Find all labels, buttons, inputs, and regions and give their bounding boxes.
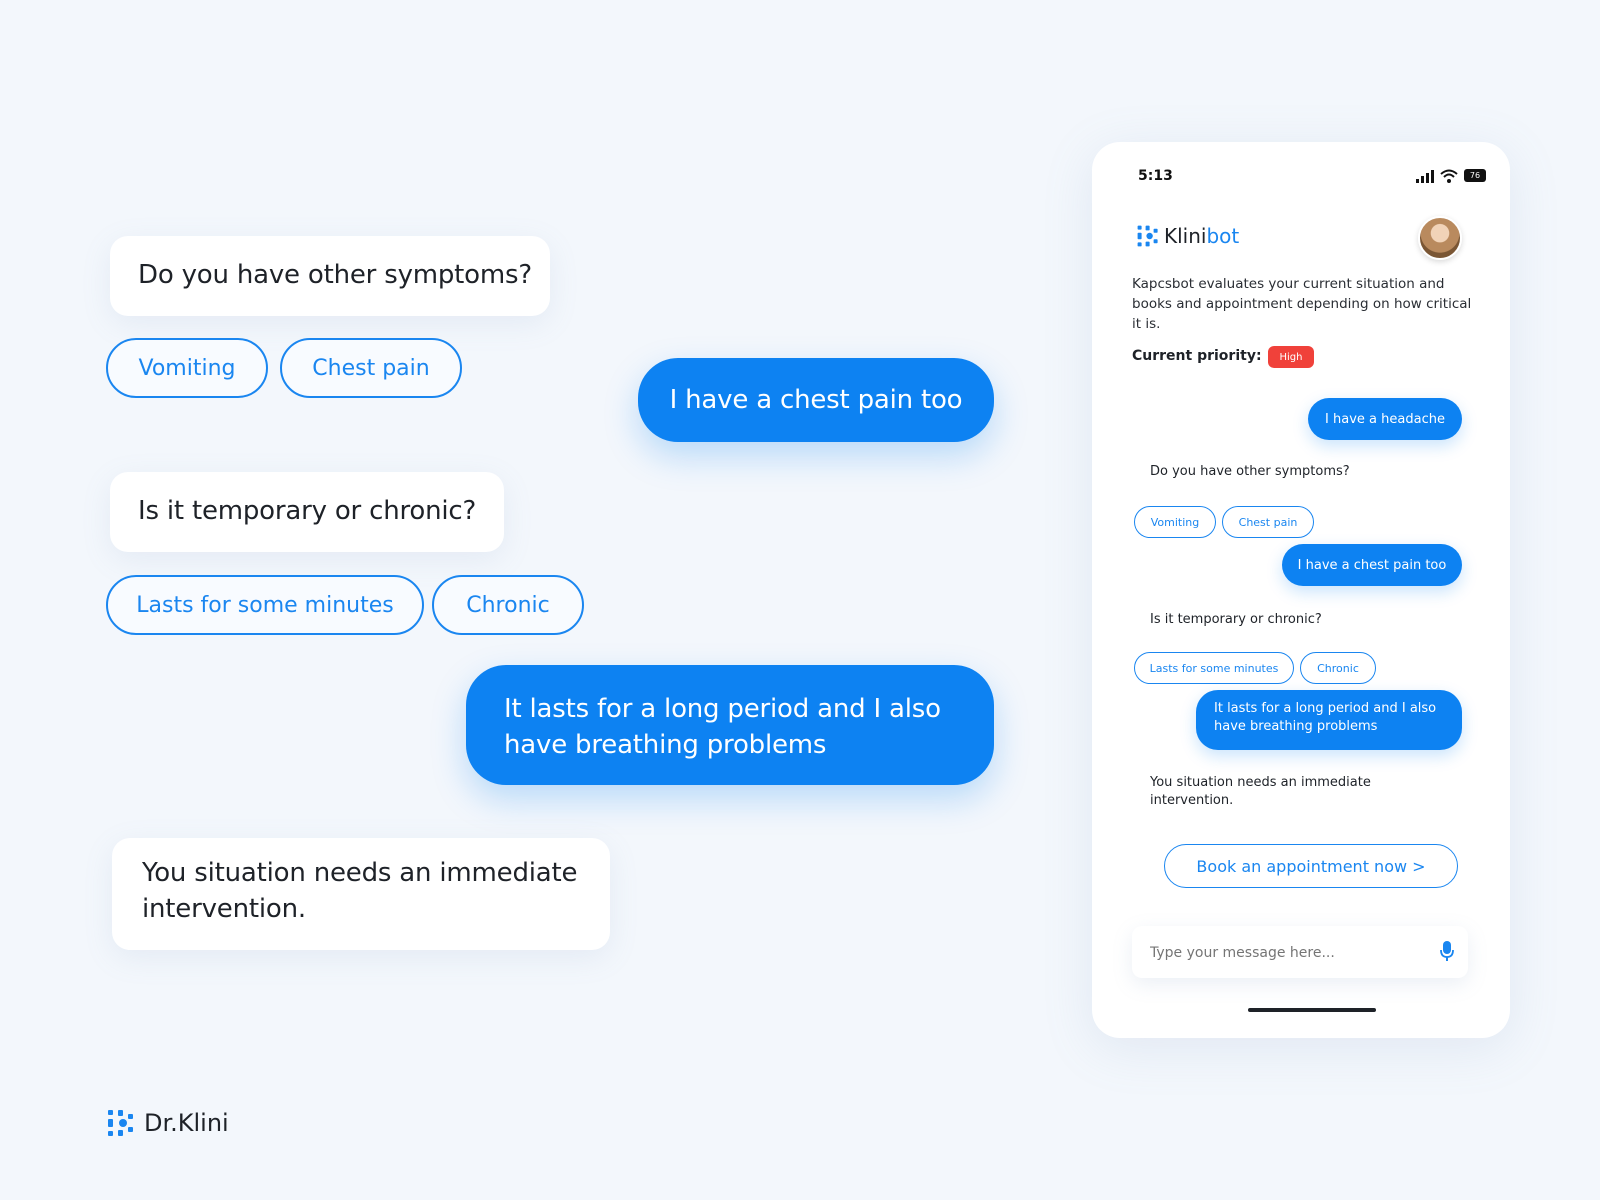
user-message-line-2: have breathing problems: [504, 730, 827, 760]
message-input[interactable]: [1148, 940, 1422, 966]
verdict-line-1: You situation needs an immediate: [142, 858, 578, 888]
user-message-line-1: It lasts for a long period and I also: [504, 694, 941, 724]
user-message-chest-pain: I have a chest pain too: [638, 358, 994, 442]
priority-badge: High: [1268, 346, 1314, 368]
app-title: Klinibot: [1164, 224, 1239, 248]
battery-level: 76: [1469, 171, 1481, 180]
option-lasts-minutes[interactable]: Lasts for some minutes: [1134, 652, 1294, 684]
microphone-icon[interactable]: [1440, 940, 1454, 962]
bot-message-temporary-chronic: Is it temporary or chronic?: [110, 472, 504, 552]
user-message-long-period: It lasts for a long period and I also ha…: [466, 665, 994, 785]
option-chest-pain[interactable]: Chest pain: [1222, 506, 1314, 538]
verdict-line-2: intervention.: [142, 894, 306, 924]
option-chronic[interactable]: Chronic: [1300, 652, 1376, 684]
brand-logo: Dr.Klini: [106, 1108, 229, 1138]
book-appointment-button[interactable]: Book an appointment now >: [1164, 844, 1458, 888]
bot-message-other-symptoms: Do you have other symptoms?: [1150, 464, 1350, 479]
option-lasts-minutes[interactable]: Lasts for some minutes: [106, 575, 424, 635]
message-input-bar: [1132, 926, 1468, 978]
user-message-chest-pain: I have a chest pain too: [1282, 544, 1462, 586]
option-chest-pain[interactable]: Chest pain: [280, 338, 462, 398]
avatar[interactable]: [1418, 216, 1462, 260]
phone-mockup: 5:13 76 Klinibot Kapcsbot evaluates your…: [1092, 142, 1510, 1038]
bot-message-text: Is it temporary or chronic?: [138, 496, 477, 526]
status-time: 5:13: [1138, 168, 1173, 184]
option-vomiting[interactable]: Vomiting: [1134, 506, 1216, 538]
brand-name: Dr.Klini: [144, 1109, 229, 1137]
bot-message-verdict: You situation needs an immediate interve…: [112, 838, 610, 950]
bot-message-other-symptoms: Do you have other symptoms?: [110, 236, 550, 316]
intro-text: Kapcsbot evaluates your current situatio…: [1132, 276, 1472, 332]
wifi-icon: [1440, 169, 1458, 183]
priority-label: Current priority:: [1132, 348, 1262, 364]
option-vomiting[interactable]: Vomiting: [106, 338, 268, 398]
battery-icon: 76: [1464, 169, 1486, 182]
app-title-klini: Klini: [1164, 224, 1207, 248]
user-message-text: I have a chest pain too: [669, 385, 963, 415]
app-title-bot: bot: [1206, 224, 1240, 248]
bot-message-verdict: You situation needs an immediate interve…: [1150, 775, 1371, 808]
bot-message-text: Do you have other symptoms?: [138, 260, 532, 290]
user-message-long-period: It lasts for a long period and I also ha…: [1196, 690, 1462, 750]
user-message-headache: I have a headache: [1308, 398, 1462, 440]
home-indicator: [1248, 1008, 1376, 1012]
option-chronic[interactable]: Chronic: [432, 575, 584, 635]
klini-logo-icon: [108, 1110, 133, 1136]
klini-logo-icon: [1137, 225, 1158, 247]
bot-message-temporary-chronic: Is it temporary or chronic?: [1150, 612, 1322, 627]
signal-icon: [1416, 170, 1434, 183]
